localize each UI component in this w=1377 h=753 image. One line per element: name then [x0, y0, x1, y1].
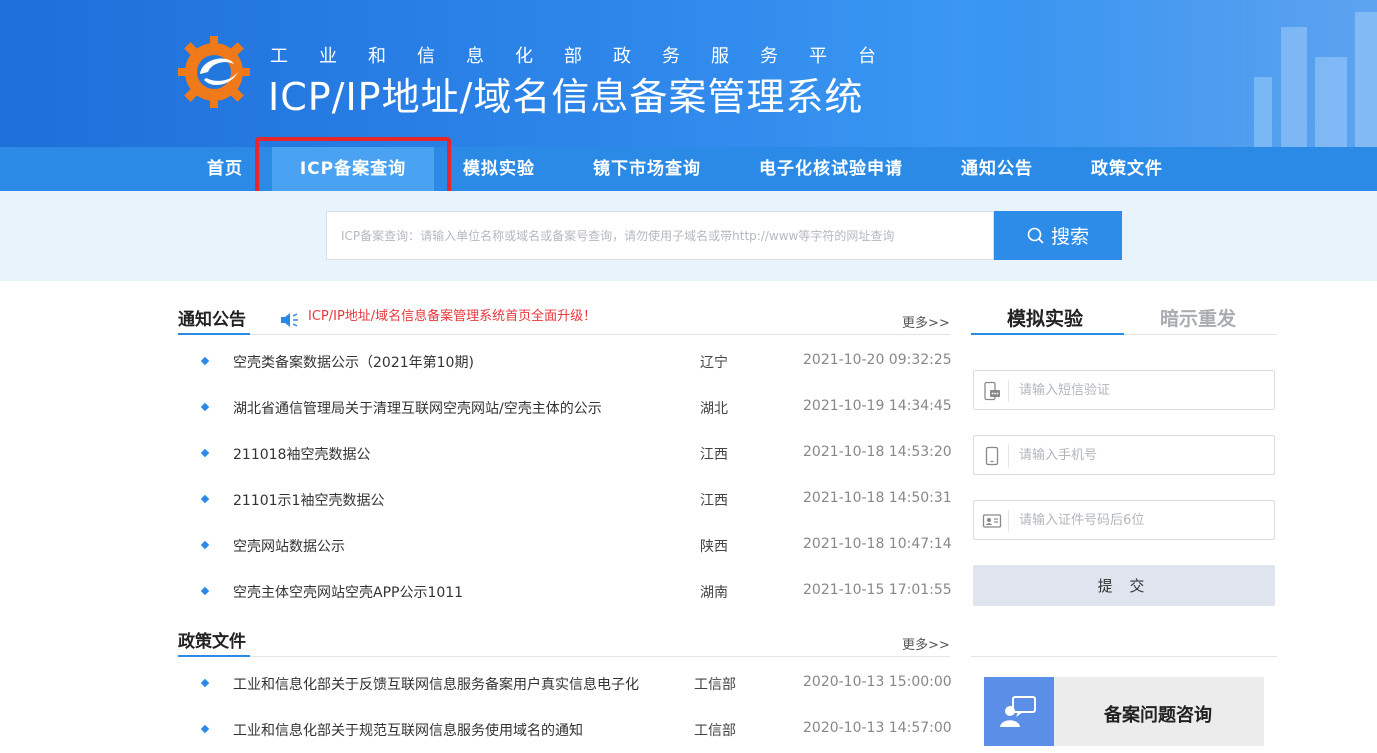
bullet-icon [200, 448, 210, 458]
bullet-icon [200, 402, 210, 412]
phone-input[interactable] [1019, 436, 1269, 474]
notices-heading: 通知公告 [178, 310, 246, 330]
list-item-title[interactable]: 空壳主体空壳网站空壳APP公示1011 [233, 582, 463, 602]
list-item-region: 辽宁 [700, 355, 728, 371]
policies-heading-underline [178, 655, 250, 657]
list-item: 空壳主体空壳网站空壳APP公示1011 湖南 2021-10-15 17:01:… [178, 569, 952, 615]
search-input[interactable] [326, 211, 994, 260]
list-item-title[interactable]: 21101示1袖空壳数据公 [233, 490, 384, 510]
list-item-title[interactable]: 空壳网站数据公示 [233, 536, 345, 556]
search-button[interactable]: 搜索 [994, 211, 1122, 260]
sms-code-field [973, 370, 1275, 410]
notices-heading-underline [178, 333, 250, 335]
list-item-region: 工信部 [694, 723, 736, 739]
list-item-title[interactable]: 211018袖空壳数据公 [233, 444, 370, 464]
speaker-icon [281, 313, 298, 327]
phone-field [973, 435, 1275, 475]
list-item-date: 2020-10-13 15:00:00 [803, 674, 952, 690]
policies-heading: 政策文件 [178, 632, 246, 652]
list-item-title[interactable]: 湖北省通信管理局关于清理互联网空壳网站/空壳主体的公示 [233, 398, 602, 418]
list-item-title[interactable]: 空壳类备案数据公示（2021年第10期) [233, 352, 474, 372]
sms-code-input[interactable] [1019, 371, 1269, 409]
skyline-building [1355, 12, 1377, 147]
main-nav: 首页 ICP备案查询 模拟实验 镜下市场查询 电子化核试验申请 通知公告 政策文… [0, 147, 1377, 191]
list-item: 空壳类备案数据公示（2021年第10期) 辽宁 2021-10-20 09:32… [178, 339, 952, 385]
search-icon [1027, 227, 1044, 244]
skyline-building [1254, 77, 1272, 147]
list-item-date: 2021-10-19 14:34:45 [803, 398, 952, 414]
nav-item-notices[interactable]: 通知公告 [961, 147, 1033, 191]
bullet-icon [200, 678, 210, 688]
notice-banner-link[interactable]: ICP/IP地址/域名信息备案管理系统首页全面升级！ [308, 305, 596, 324]
tab-resend[interactable]: 暗示重发 [1160, 304, 1236, 331]
field-separator [1008, 445, 1009, 467]
divider [178, 656, 950, 657]
nav-item-electronic-application[interactable]: 电子化核试验申请 [759, 147, 903, 191]
nav-item-market-query[interactable]: 镜下市场查询 [593, 147, 701, 191]
list-item-date: 2021-10-18 14:53:20 [803, 444, 952, 460]
bullet-icon [200, 540, 210, 550]
consultation-icon [1000, 696, 1036, 727]
list-item-region: 江西 [700, 447, 728, 463]
policies-more-link[interactable]: 更多>> [902, 634, 950, 653]
bullet-icon [200, 356, 210, 366]
list-item-title[interactable]: 工业和信息化部关于规范互联网信息服务使用域名的通知 [233, 720, 583, 740]
mobile-phone-icon [985, 446, 999, 466]
list-item-date: 2021-10-15 17:01:55 [803, 582, 952, 598]
nav-item-policies[interactable]: 政策文件 [1091, 147, 1163, 191]
list-item: 空壳网站数据公示 陕西 2021-10-18 10:47:14 [178, 523, 952, 569]
field-separator [1008, 510, 1009, 532]
consult-card[interactable]: 备案问题咨询 [984, 677, 1264, 746]
skyline-building [1315, 57, 1347, 147]
list-item-date: 2020-10-13 14:57:00 [803, 720, 952, 736]
list-item: 工业和信息化部关于反馈互联网信息服务备案用户真实信息电子化 工信部 2020-1… [178, 661, 952, 707]
divider [178, 334, 950, 335]
list-item: 湖北省通信管理局关于清理互联网空壳网站/空壳主体的公示 湖北 2021-10-1… [178, 385, 952, 431]
header-banner: 工业和信息化部政务服务平台 ICP/IP地址/域名信息备案管理系统 [0, 0, 1377, 147]
list-item-date: 2021-10-20 09:32:25 [803, 352, 952, 368]
field-separator [1008, 380, 1009, 402]
consult-label: 备案问题咨询 [1104, 705, 1212, 726]
nav-item-icp-query[interactable]: ICP备案查询 [272, 147, 434, 191]
active-tab-underline [971, 333, 1124, 335]
notices-more-link[interactable]: 更多>> [902, 312, 950, 331]
page-title: ICP/IP地址/域名信息备案管理系统 [268, 75, 864, 119]
divider [971, 656, 1277, 657]
submit-button[interactable]: 提 交 [973, 565, 1275, 606]
tab-simulation[interactable]: 模拟实验 [1007, 304, 1083, 331]
bullet-icon [200, 494, 210, 504]
list-item-region: 湖北 [700, 401, 728, 417]
bullet-icon [200, 586, 210, 596]
search-button-label: 搜索 [1050, 226, 1089, 248]
gear-logo-icon [178, 36, 250, 108]
id-number-input[interactable] [1019, 501, 1269, 539]
id-number-field [973, 500, 1275, 540]
list-item: 工业和信息化部关于规范互联网信息服务使用域名的通知 工信部 2020-10-13… [178, 707, 952, 753]
nav-item-home[interactable]: 首页 [207, 147, 243, 191]
list-item-region: 湖南 [700, 585, 728, 601]
list-item-region: 江西 [700, 493, 728, 509]
list-item-region: 陕西 [700, 539, 728, 555]
consult-icon-box [984, 677, 1054, 746]
list-item-region: 工信部 [694, 677, 736, 693]
list-item-date: 2021-10-18 14:50:31 [803, 490, 952, 506]
sms-phone-icon [984, 381, 1000, 401]
list-item-title[interactable]: 工业和信息化部关于反馈互联网信息服务备案用户真实信息电子化 [233, 674, 639, 694]
list-item-date: 2021-10-18 10:47:14 [803, 536, 952, 552]
platform-subtitle: 工业和信息化部政务服务平台 [270, 46, 907, 67]
list-item: 21101示1袖空壳数据公 江西 2021-10-18 14:50:31 [178, 477, 952, 523]
nav-item-simulation[interactable]: 模拟实验 [463, 147, 535, 191]
skyline-building [1281, 27, 1307, 147]
id-card-icon [982, 514, 1002, 528]
bullet-icon [200, 724, 210, 734]
list-item: 211018袖空壳数据公 江西 2021-10-18 14:53:20 [178, 431, 952, 477]
